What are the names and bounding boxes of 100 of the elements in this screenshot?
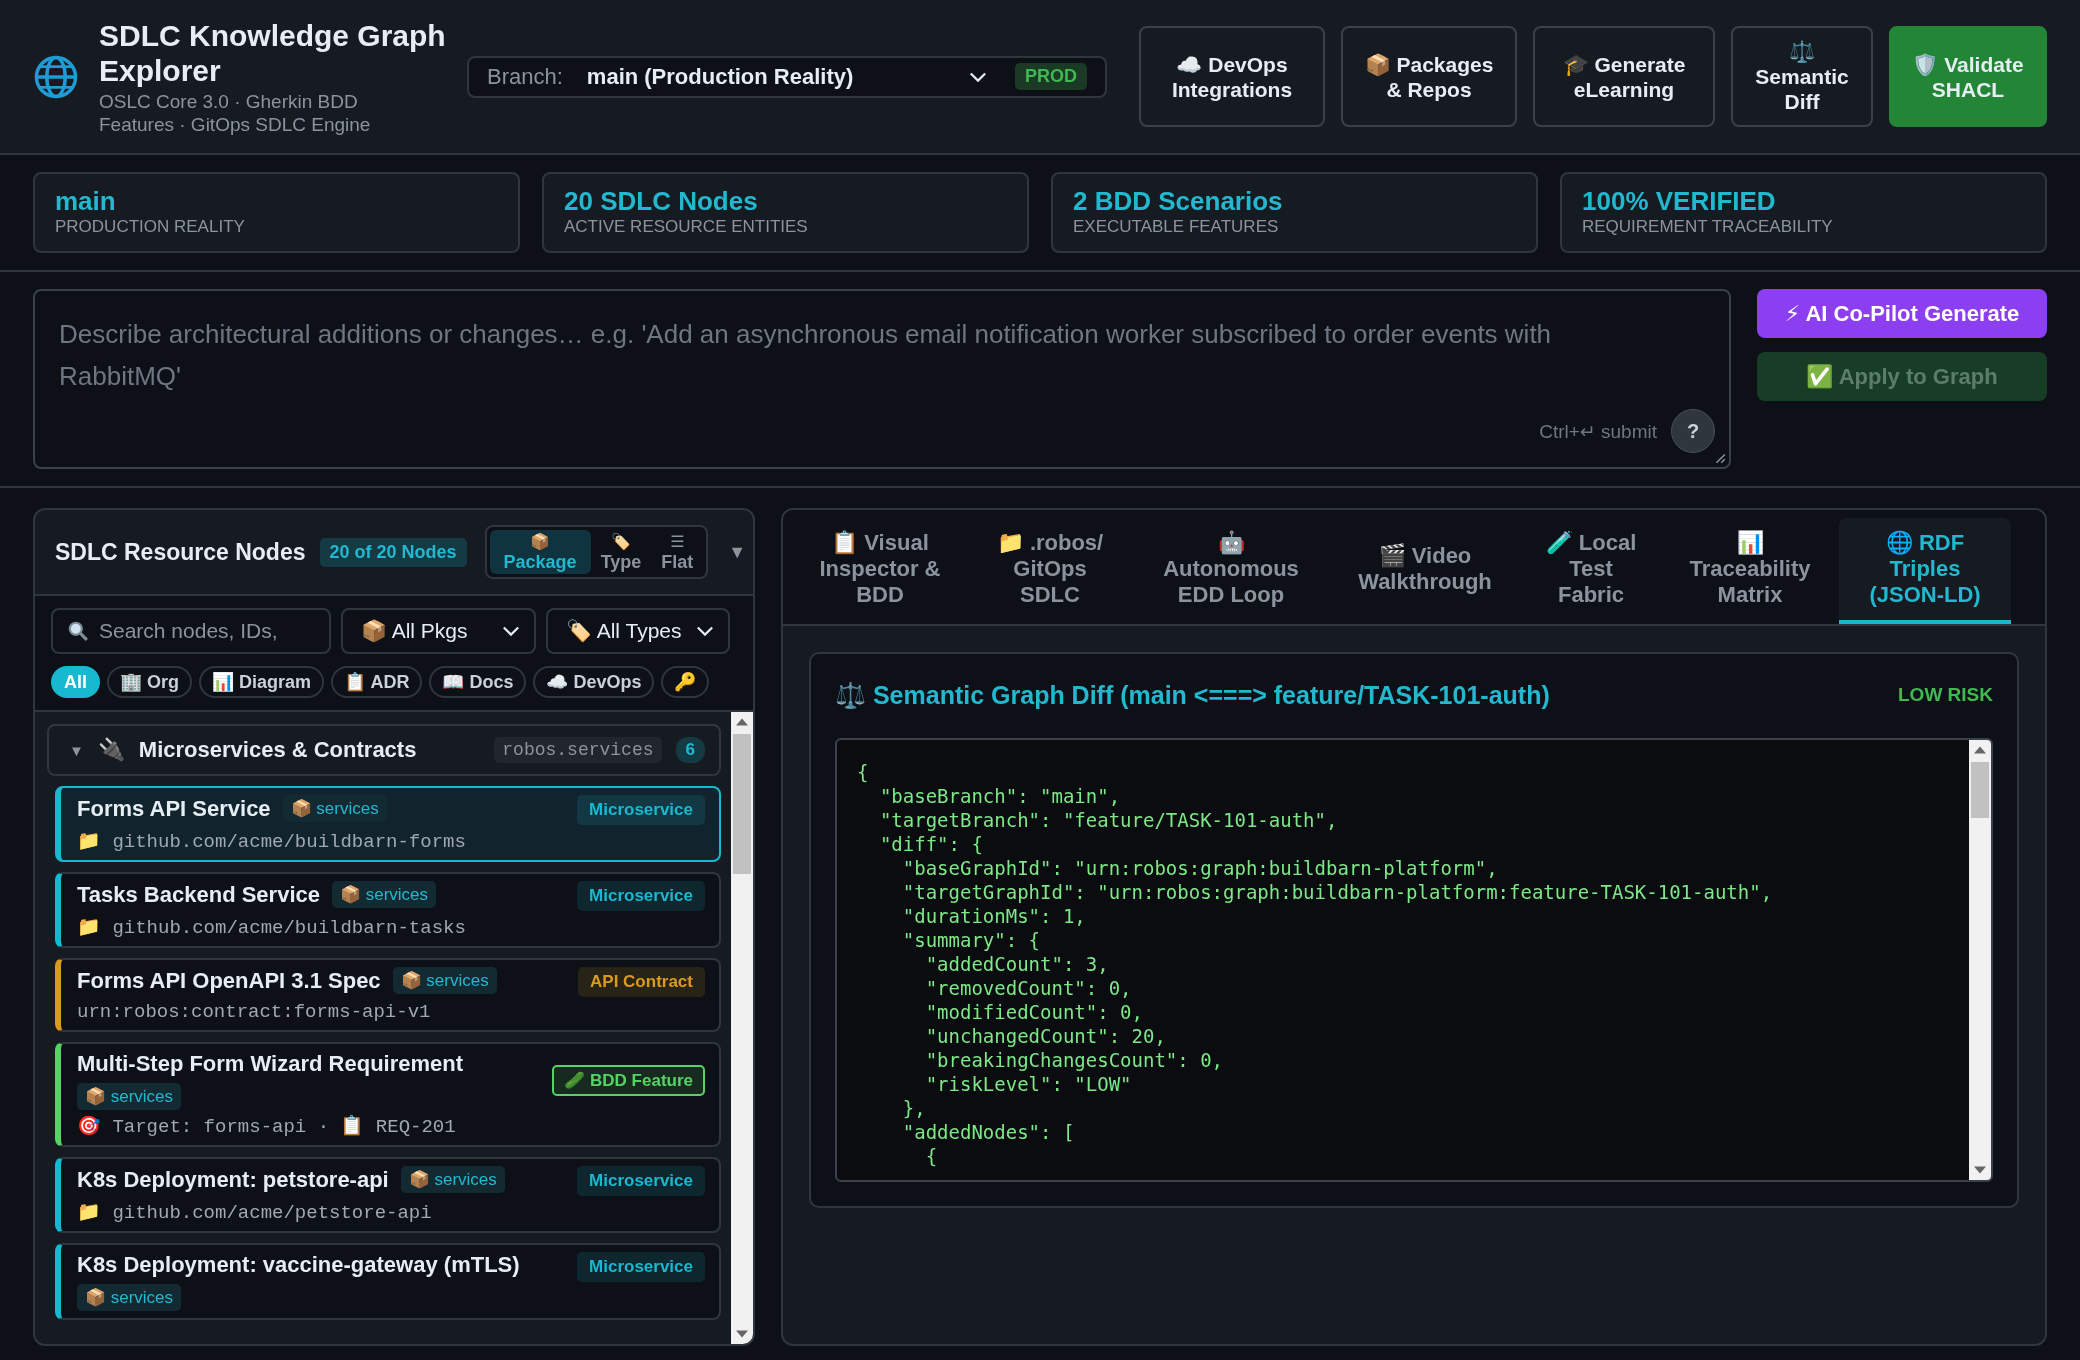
chevron-down-icon [969, 70, 987, 83]
scroll-up-arrow-icon[interactable] [736, 718, 748, 726]
group-header[interactable]: ▼ 🔌 Microservices & Contracts robos.services 6 [47, 724, 721, 776]
environment-badge: PROD [1015, 63, 1087, 90]
code-line: { [924, 1144, 939, 1168]
scroll-thumb[interactable] [1971, 762, 1989, 818]
stat-label: REQUIREMENT TRACEABILITY [1582, 216, 1834, 237]
node-card[interactable]: Forms API OpenAPI 3.1 Spec 📦 services API Contract urn:robos:contract:forms-api-v1 [55, 958, 721, 1032]
scrollbar[interactable] [1969, 740, 1991, 1180]
header-action-button[interactable]: ☁ DevOps Integrations [1139, 26, 1325, 127]
node-count-badge: 20 of 20 Nodes [319, 537, 467, 567]
code-line: "targetGraphId": "urn:robos:graph:buildbarn-platform:feature-TASK-101-auth", [901, 880, 1774, 904]
filter-select[interactable]: 📦 All Pkgs [341, 608, 536, 654]
node-card[interactable]: K8s Deployment: vaccine-gateway (mTLS) 📦 services Microservice [55, 1243, 721, 1320]
node-card[interactable]: Multi-Step Form Wizard Requirement 📦 services 🥒 BDD Feature 🎯 Target: forms-api · 📋 REQ-201 [55, 1042, 721, 1147]
stat-label: ACTIVE RESOURCE ENTITIES [564, 216, 809, 237]
app-subtitle: OSLC Core 3.0 · Gherkin BDD Features · GitOps SDLC Engine [99, 89, 372, 136]
header-action-button[interactable]: 🛡 Validate SHACL [1889, 26, 2047, 127]
view-mode-button[interactable]: 🏷 Type [590, 530, 652, 574]
node-title: Tasks Backend Service [77, 881, 320, 908]
node-meta: 📁 github.com/acme/buildbarn-forms [77, 830, 467, 853]
view-mode-button[interactable]: ☰ Flat [651, 530, 704, 574]
stat-value: 100% VERIFIED [1582, 186, 1777, 216]
code-line: "addedNodes": [ [901, 1120, 1076, 1144]
help-button[interactable]: ? [1671, 409, 1715, 453]
type-badge: 🥒 BDD Feature [552, 1065, 705, 1096]
scroll-thumb[interactable] [733, 734, 751, 874]
tab[interactable]: 🧪 Local Test Fabric [1521, 518, 1661, 624]
scrollbar[interactable] [731, 712, 753, 1344]
tab[interactable]: 🌐 RDF Triples (JSON-LD) [1839, 518, 2011, 624]
header-action-button[interactable]: 🎓 Generate eLearning [1533, 26, 1715, 127]
header-action-button[interactable]: ⚖ Semantic Diff [1731, 26, 1873, 127]
view-mode-button[interactable]: 📦 Package [489, 530, 591, 574]
group-title: Microservices & Contracts [138, 737, 418, 763]
branch-label: Branch: [487, 63, 563, 90]
count-badge: 6 [675, 737, 705, 763]
node-card[interactable]: Tasks Backend Service 📦 services Microservice 📁 github.com/acme/buildbarn-tasks [55, 872, 721, 948]
code-line: "riskLevel": "LOW" [924, 1072, 1133, 1096]
scroll-down-arrow-icon[interactable] [736, 1330, 748, 1338]
node-card[interactable]: K8s Deployment: petstore-api 📦 services Microservice 📁 github.com/acme/petstore-api [55, 1157, 721, 1233]
branch-value: main (Production Reality) [586, 63, 855, 90]
stat-value: main [55, 186, 117, 216]
tab[interactable]: 🎬 Video Walkthrough [1329, 518, 1521, 624]
tab[interactable]: 📋 Visual Inspector & BDD [793, 518, 967, 624]
header-action-button[interactable]: 📦 Packages & Repos [1341, 26, 1517, 127]
type-filter-chip[interactable]: ☁ DevOps [533, 666, 655, 698]
stat-label: EXECUTABLE FEATURES [1073, 216, 1280, 237]
search-field[interactable]: Search nodes, IDs, [51, 608, 331, 654]
expand-caret[interactable]: ▼ [69, 741, 84, 759]
prompt-action-button[interactable]: ⚡ AI Co-Pilot Generate [1757, 289, 2047, 338]
type-badge: Microservice [577, 795, 705, 825]
filter-select[interactable]: 🏷 All Types [546, 608, 730, 654]
type-badge: API Contract [578, 967, 705, 997]
type-badge: Microservice [577, 1252, 705, 1282]
globe-icon [33, 53, 79, 100]
package-tag: 📦 services [400, 1166, 505, 1193]
search-icon [67, 620, 89, 642]
type-filter-chip[interactable]: 📋 ADR [331, 666, 423, 698]
code-line: "addedCount": 3, [924, 952, 1110, 976]
branch-select[interactable]: Branch: main (Production Reality) PROD [467, 55, 1107, 98]
node-meta: 🎯 Target: forms-api · 📋 REQ-201 [77, 1114, 457, 1138]
node-card[interactable]: Forms API Service 📦 services Microservice 📁 github.com/acme/buildbarn-forms [55, 786, 721, 862]
code-line: "modifiedCount": 0, [924, 1000, 1144, 1024]
code-line: "summary": { [901, 928, 1042, 952]
code-line: "removedCount": 0, [924, 976, 1133, 1000]
code-line: "breakingChangesCount": 0, [924, 1048, 1225, 1072]
risk-label: LOW RISK [1898, 684, 1993, 706]
type-filter-chip[interactable]: 🏢 Org [107, 666, 193, 698]
package-tag: 📦 services [282, 795, 387, 822]
code-line: "unchangedCount": 20, [924, 1024, 1167, 1048]
package-tag: 📦 services [331, 881, 437, 908]
code-line: "durationMs": 1, [901, 904, 1087, 928]
panel-title: SDLC Resource Nodes [55, 538, 306, 566]
type-filter-chip[interactable]: 🔑 [661, 666, 710, 698]
resize-grip-icon [1714, 452, 1726, 464]
tab[interactable]: 📁 .robos/ GitOps SDLC [967, 518, 1133, 624]
node-title: K8s Deployment: vaccine-gateway (mTLS) [77, 1252, 520, 1278]
node-title: Forms API Service [77, 795, 271, 822]
code-line: "baseGraphId": "urn:robos:graph:buildbarn-platform", [901, 856, 1499, 880]
stat-value: 20 SDLC Nodes [564, 186, 759, 216]
collapse-toggle[interactable]: ▼ [722, 540, 753, 564]
type-filter-chip[interactable]: 📖 Docs [429, 666, 527, 698]
stat-label: PRODUCTION REALITY [55, 216, 246, 237]
code-line: }, [901, 1096, 927, 1120]
package-tag: 📦 services [77, 1284, 182, 1311]
tab[interactable]: 🤖 Autonomous EDD Loop [1133, 518, 1329, 624]
stat-value: 2 BDD Scenarios [1073, 186, 1284, 216]
chevron-down-icon [502, 625, 520, 637]
type-badge: Microservice [577, 881, 705, 911]
prompt-textarea[interactable]: Describe architectural additions or changes… e.g. 'Add an asynchronous email notification worker subscribed to order events with RabbitMQ' Ctrl+↵ submit ? [33, 289, 1731, 469]
shortcut-hint: Ctrl+↵ submit [1539, 419, 1657, 443]
scroll-down-arrow-icon[interactable] [1974, 1166, 1986, 1174]
node-title: Multi-Step Form Wizard Requirement [77, 1051, 464, 1077]
type-filter-chip[interactable]: 📊 Diagram [199, 666, 325, 698]
code-line: "baseBranch": "main", [878, 784, 1122, 808]
node-meta: 📁 github.com/acme/buildbarn-tasks [77, 916, 467, 939]
namespace-tag: robos.services [494, 737, 662, 763]
tab[interactable]: 📊 Traceability Matrix [1661, 518, 1839, 624]
scroll-up-arrow-icon[interactable] [1974, 746, 1986, 754]
node-title: K8s Deployment: petstore-api [77, 1166, 389, 1193]
